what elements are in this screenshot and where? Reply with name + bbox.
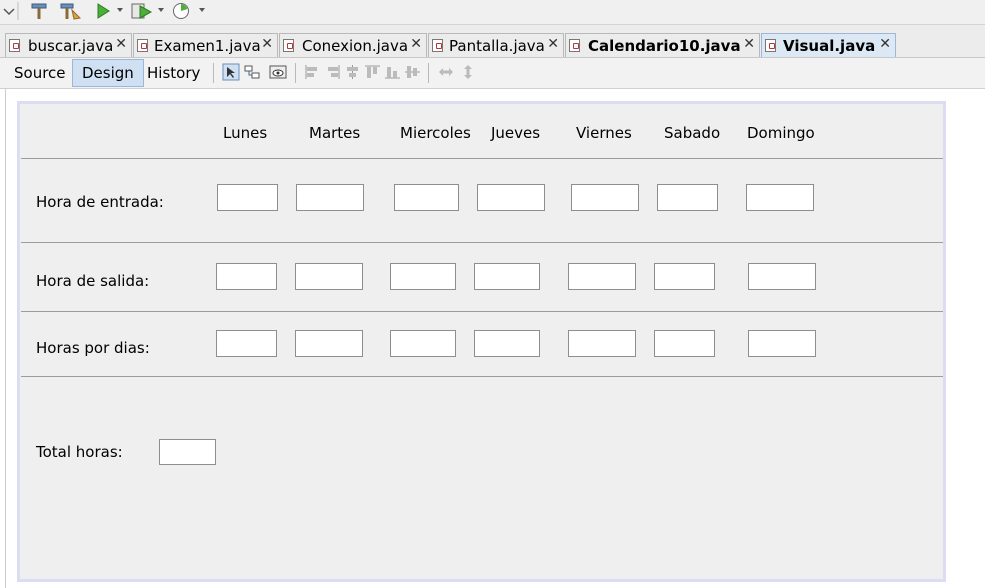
horas-por-dias-viernes-field[interactable] — [568, 330, 636, 357]
horas-por-dias-label: Horas por dias: — [36, 339, 150, 357]
run-icon[interactable] — [95, 2, 111, 20]
history-view-button[interactable]: History — [138, 59, 209, 87]
change-horizontal-resizability-icon[interactable] — [438, 65, 454, 79]
chevron-down-icon[interactable] — [0, 2, 20, 20]
horas-por-dias-miercoles-field[interactable] — [390, 330, 456, 357]
hora-entrada-martes-field[interactable] — [296, 184, 364, 211]
debug-icon[interactable] — [130, 2, 154, 20]
hora-salida-martes-field[interactable] — [295, 263, 363, 290]
horas-por-dias-jueves-field[interactable] — [474, 330, 540, 357]
horas-por-dias-domingo-field[interactable] — [748, 330, 816, 357]
tab-pantalla[interactable]: Pantalla.java ✕ — [428, 33, 564, 57]
align-top-icon[interactable] — [365, 65, 380, 79]
tab-label: Calendario10.java — [588, 37, 741, 55]
hora-entrada-jueves-field[interactable] — [477, 184, 545, 211]
hora-salida-jueves-field[interactable] — [474, 263, 540, 290]
toolbar-separator — [428, 63, 429, 83]
tab-label: Pantalla.java — [449, 37, 545, 55]
tab-examen1[interactable]: Examen1.java ✕ — [133, 33, 278, 57]
hora-entrada-sabado-field[interactable] — [657, 184, 718, 211]
clean-build-icon[interactable] — [58, 2, 82, 20]
day-header-martes: Martes — [309, 124, 361, 142]
java-file-icon — [9, 39, 20, 52]
day-header-lunes: Lunes — [223, 124, 268, 142]
close-icon[interactable]: ✕ — [410, 36, 422, 52]
day-header-jueves: Jueves — [491, 124, 541, 142]
tab-conexion[interactable]: Conexion.java ✕ — [279, 33, 427, 57]
change-vertical-resizability-icon[interactable] — [461, 65, 475, 79]
debug-dropdown-icon[interactable] — [158, 8, 164, 12]
hora-salida-lunes-field[interactable] — [216, 263, 277, 290]
separator-line — [21, 376, 943, 377]
tab-calendario10[interactable]: Calendario10.java ✕ — [565, 33, 760, 57]
total-horas-field[interactable] — [159, 439, 216, 465]
java-file-icon — [569, 39, 580, 52]
horas-por-dias-lunes-field[interactable] — [216, 330, 277, 357]
java-file-icon — [137, 39, 148, 52]
separator-line — [21, 242, 943, 243]
profile-icon[interactable] — [171, 2, 195, 20]
day-header-sabado: Sabado — [664, 124, 721, 142]
close-icon[interactable]: ✕ — [879, 36, 891, 52]
close-icon[interactable]: ✕ — [261, 36, 273, 52]
tab-label: Visual.java — [783, 37, 876, 55]
tab-visual[interactable]: Visual.java ✕ — [761, 33, 896, 57]
selection-mode-icon[interactable] — [222, 63, 240, 81]
hammer-icon[interactable] — [29, 2, 49, 20]
total-horas-label: Total horas: — [36, 443, 123, 461]
align-left-icon[interactable] — [305, 65, 320, 79]
horas-por-dias-martes-field[interactable] — [295, 330, 363, 357]
center-horizontally-icon[interactable] — [345, 65, 360, 79]
design-view-button[interactable]: Design — [72, 59, 144, 87]
hora-entrada-domingo-field[interactable] — [746, 184, 814, 211]
align-bottom-icon[interactable] — [385, 65, 400, 79]
profile-dropdown-icon[interactable] — [199, 8, 205, 12]
day-header-viernes: Viernes — [576, 124, 632, 142]
connection-mode-icon[interactable] — [244, 65, 260, 79]
tab-label: Examen1.java — [154, 37, 261, 55]
hora-salida-sabado-field[interactable] — [654, 263, 715, 290]
close-icon[interactable]: ✕ — [743, 36, 755, 52]
close-icon[interactable]: ✕ — [547, 36, 559, 52]
hora-salida-domingo-field[interactable] — [748, 263, 816, 290]
hora-entrada-miercoles-field[interactable] — [394, 184, 459, 211]
hora-entrada-viernes-field[interactable] — [571, 184, 639, 211]
separator-line — [21, 311, 943, 312]
close-icon[interactable]: ✕ — [115, 36, 127, 52]
java-file-icon — [283, 39, 294, 52]
toolbar-separator — [213, 63, 214, 83]
main-toolbar — [0, 0, 985, 25]
java-file-icon — [765, 39, 776, 52]
java-file-icon — [432, 39, 443, 52]
center-vertically-icon[interactable] — [405, 65, 420, 79]
day-header-domingo: Domingo — [747, 124, 815, 142]
preview-design-icon[interactable] — [269, 65, 287, 79]
source-view-button[interactable]: Source — [5, 59, 75, 87]
toolbar-separator — [295, 63, 296, 83]
hora-entrada-lunes-field[interactable] — [217, 184, 278, 211]
hora-salida-miercoles-field[interactable] — [390, 263, 456, 290]
horas-por-dias-sabado-field[interactable] — [654, 330, 715, 357]
tab-buscar[interactable]: buscar.java ✕ — [5, 33, 132, 57]
tab-label: buscar.java — [28, 37, 114, 55]
day-header-miercoles: Miercoles — [400, 124, 471, 142]
align-right-icon[interactable] — [325, 65, 340, 79]
hora-entrada-label: Hora de entrada: — [36, 193, 164, 211]
hora-salida-viernes-field[interactable] — [568, 263, 636, 290]
tab-label: Conexion.java — [302, 37, 409, 55]
separator-line — [21, 158, 943, 159]
run-dropdown-icon[interactable] — [117, 8, 123, 12]
hora-salida-label: Hora de salida: — [36, 272, 150, 290]
